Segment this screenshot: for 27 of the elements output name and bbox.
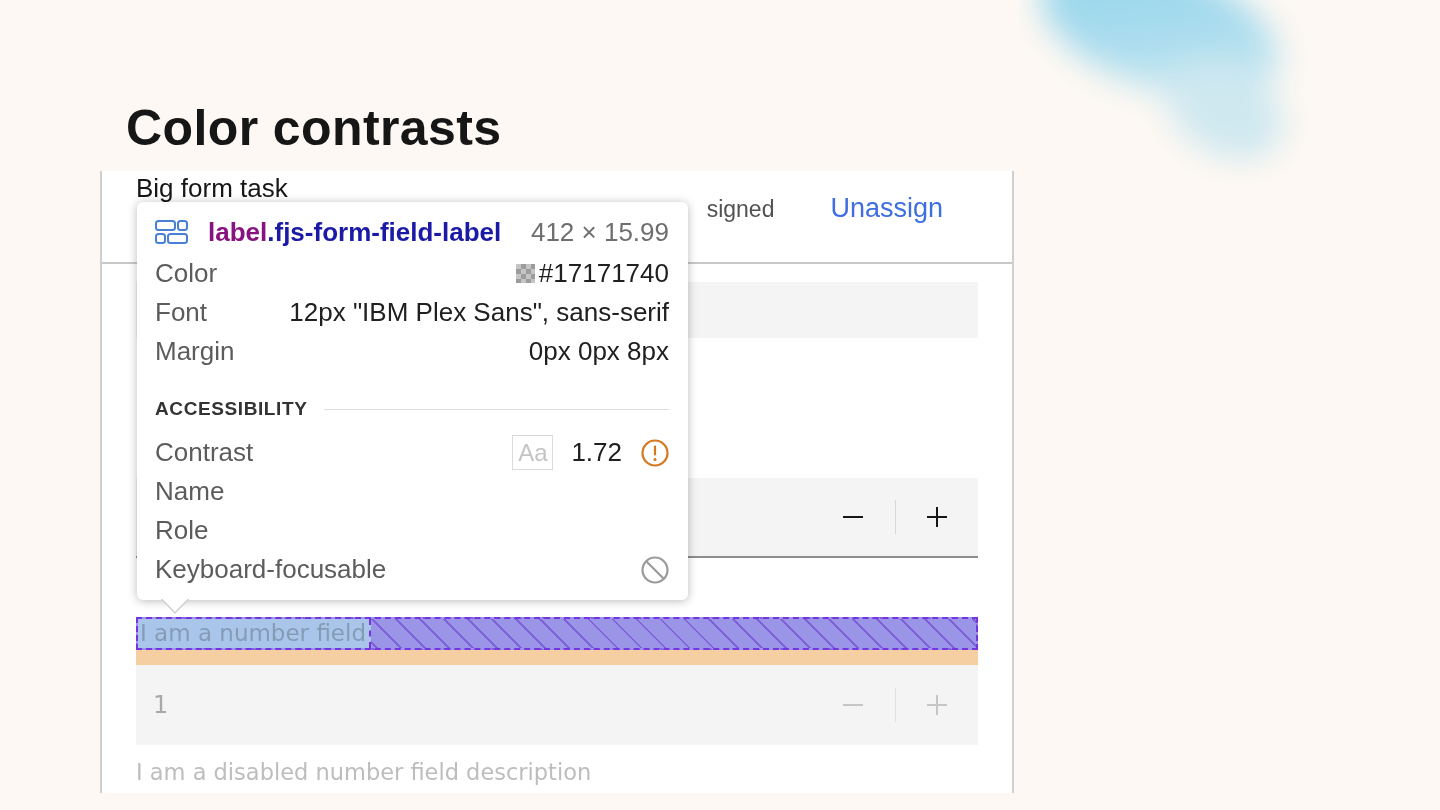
minus-icon	[843, 516, 863, 518]
plus-icon	[927, 695, 947, 715]
property-label: Name	[155, 476, 225, 507]
property-label: Contrast	[155, 437, 254, 468]
element-selector: label.fjs-form-field-label	[208, 216, 502, 248]
task-title: Big form task	[136, 175, 288, 201]
property-value: #17171740	[538, 258, 669, 289]
page-heading: Color contrasts	[126, 99, 502, 158]
minus-icon	[843, 704, 863, 706]
layout-icon	[155, 220, 188, 244]
contrast-sample: Aa	[512, 435, 554, 470]
property-value: 0px 0px 8px	[528, 336, 669, 367]
property-label: Color	[155, 258, 218, 289]
unassign-link[interactable]: Unassign	[830, 192, 943, 224]
property-label: Font	[155, 297, 208, 328]
field-description: I am a disabled number field description	[136, 758, 592, 786]
contrast-ratio: 1.72	[571, 437, 622, 468]
field-value: 1	[153, 690, 169, 720]
property-label: Role	[155, 515, 209, 546]
property-value: 12px "IBM Plex Sans", sans-serif	[289, 297, 669, 328]
section-heading: ACCESSIBILITY	[155, 398, 308, 420]
plus-icon	[927, 507, 947, 527]
assignment-status: signed	[706, 195, 775, 224]
element-size: 412 × 15.99	[530, 216, 669, 248]
color-swatch-icon	[515, 264, 535, 283]
property-label: Keyboard-focusable	[155, 554, 387, 585]
property-label: Margin	[155, 336, 235, 367]
